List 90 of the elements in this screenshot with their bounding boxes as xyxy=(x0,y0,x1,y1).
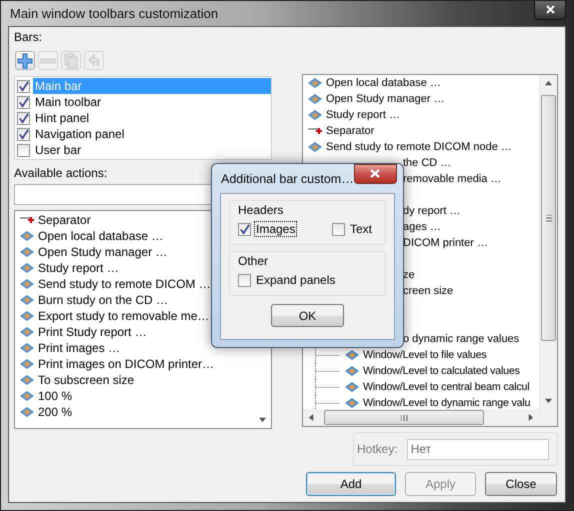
action-item[interactable]: Open Study manager … xyxy=(38,245,168,259)
action-item[interactable]: Window/Level to calculated values xyxy=(363,365,520,377)
grip-icon xyxy=(546,214,552,222)
checkbox-label[interactable]: Expand panels xyxy=(255,273,336,287)
checkbox[interactable] xyxy=(17,144,30,156)
action-item[interactable]: removable media … xyxy=(403,173,502,185)
close-icon xyxy=(369,168,382,179)
action-icon xyxy=(19,372,35,388)
action-item[interactable]: Export study to removable me… xyxy=(38,309,210,323)
checkbox[interactable] xyxy=(238,274,251,286)
checkbox[interactable] xyxy=(17,128,30,140)
action-item[interactable]: Open local database … xyxy=(38,229,164,243)
action-item[interactable]: Open Study manager … xyxy=(326,93,445,105)
checkbox-label[interactable]: Images xyxy=(255,222,296,236)
checkbox[interactable] xyxy=(17,112,30,124)
scroll-arrow-icon[interactable] xyxy=(545,397,552,404)
scroll-arrow-icon[interactable] xyxy=(545,80,552,87)
action-icon xyxy=(19,388,35,404)
ok-button[interactable]: OK xyxy=(271,304,344,327)
group-title: Headers xyxy=(238,203,284,217)
action-item[interactable]: Print images … xyxy=(38,341,120,355)
action-item[interactable]: Print Study report … xyxy=(38,325,147,339)
action-icon xyxy=(344,363,360,379)
copy-icon xyxy=(63,52,79,68)
checkbox[interactable] xyxy=(17,80,30,92)
action-icon xyxy=(344,347,360,363)
action-item[interactable]: Study report … xyxy=(38,261,119,275)
action-item[interactable]: the CD … xyxy=(403,157,452,169)
scroll-arrow-icon[interactable] xyxy=(308,414,315,421)
close-icon xyxy=(544,4,556,15)
undo-icon xyxy=(86,52,102,68)
section-label: Bars: xyxy=(14,29,44,44)
action-item[interactable]: Separator xyxy=(326,125,374,137)
grip-icon xyxy=(400,414,408,420)
hotkey-label: Hotkey: xyxy=(357,442,398,456)
action-item[interactable]: Open local database … xyxy=(326,77,441,89)
action-icon xyxy=(307,91,323,107)
vertical-scrollbar[interactable] xyxy=(539,75,557,426)
bar-item[interactable]: User bar xyxy=(33,142,271,158)
close-button[interactable] xyxy=(354,164,397,184)
action-icon xyxy=(19,276,35,292)
checkbox[interactable] xyxy=(17,96,30,108)
action-icon xyxy=(344,379,360,395)
action-item[interactable]: ages … xyxy=(403,221,441,233)
action-icon xyxy=(19,324,35,340)
bar-item[interactable]: Hint panel xyxy=(33,110,271,126)
action-item[interactable]: To subscreen size xyxy=(38,373,134,387)
action-icon xyxy=(19,292,35,308)
scroll-arrow-icon[interactable] xyxy=(259,416,266,423)
section-label: Available actions: xyxy=(14,166,108,180)
group-title: Other xyxy=(238,254,270,268)
action-item[interactable]: Separator xyxy=(38,213,91,227)
close-button[interactable] xyxy=(534,0,566,20)
bar-item[interactable]: Navigation panel xyxy=(33,126,271,142)
action-item[interactable]: Study report … xyxy=(326,109,400,121)
dialog-button[interactable]: Close xyxy=(485,472,557,496)
action-item[interactable]: Burn study on the CD … xyxy=(38,293,168,307)
action-item[interactable]: DICOM printer … xyxy=(403,237,488,249)
horizontal-scrollbar[interactable] xyxy=(303,409,539,426)
action-item[interactable]: Window/Level to file values xyxy=(363,349,487,361)
action-item[interactable]: creen size xyxy=(403,285,454,297)
action-item[interactable]: Send study to remote DICOM node … xyxy=(326,141,512,153)
action-item[interactable]: Send study to remote DICOM … xyxy=(38,277,211,291)
action-icon xyxy=(307,75,323,91)
action-icon xyxy=(307,107,323,123)
add-button[interactable] xyxy=(15,51,35,70)
action-item[interactable]: ze xyxy=(403,269,415,281)
checkbox[interactable] xyxy=(332,222,345,236)
action-item[interactable]: Print images on DICOM printer… xyxy=(38,357,214,371)
action-item[interactable]: Window/Level to central beam calcul xyxy=(363,381,530,393)
checkbox-label[interactable]: Text xyxy=(348,222,373,236)
action-icon xyxy=(19,340,35,356)
action-icon xyxy=(19,260,35,276)
action-icon xyxy=(19,228,35,244)
action-item[interactable]: 200 % xyxy=(38,405,72,419)
checkbox[interactable] xyxy=(238,222,251,236)
action-item[interactable]: Window/Level to dynamic range valu xyxy=(363,397,530,409)
action-icon xyxy=(19,308,35,324)
action-icon xyxy=(19,404,35,420)
action-icon xyxy=(19,244,35,260)
bar-item[interactable]: Main toolbar xyxy=(33,94,271,110)
action-icon xyxy=(344,395,360,409)
action-icon xyxy=(307,139,323,155)
scroll-arrow-icon[interactable] xyxy=(527,414,534,421)
dialog-title: Additional bar custom… xyxy=(220,172,354,186)
action-icon xyxy=(19,356,35,372)
window-title: Main window toolbars customization xyxy=(9,6,218,21)
action-item[interactable]: 100 % xyxy=(38,389,72,403)
dialog-button[interactable]: Add xyxy=(306,472,396,496)
plus-icon xyxy=(17,52,33,68)
